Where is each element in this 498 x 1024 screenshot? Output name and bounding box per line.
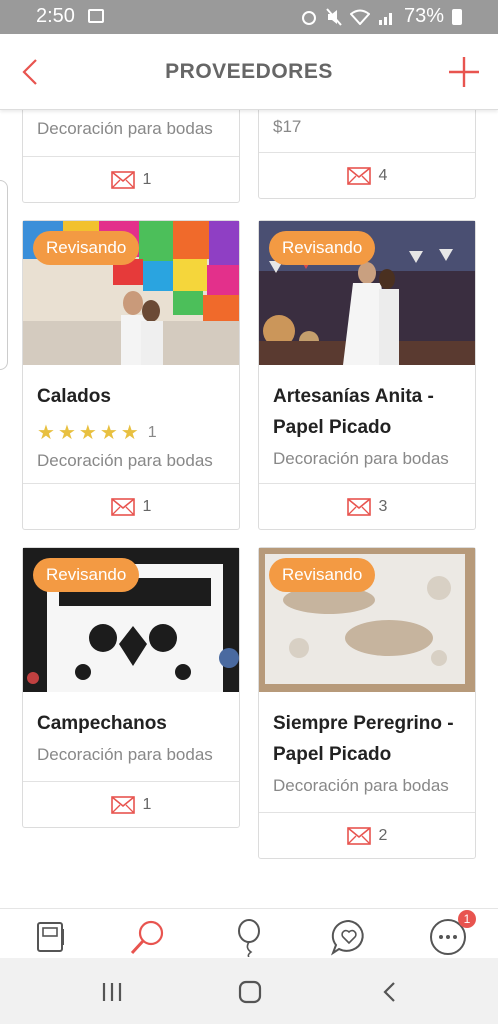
message-count: 1 — [142, 795, 152, 813]
vendor-photo: Revisando — [259, 221, 475, 365]
vendor-name: Campechanos — [37, 713, 167, 734]
vendor-category: Decoración para bodas — [273, 449, 449, 468]
page-title: PROVEEDORES — [165, 60, 333, 83]
star-icon: ★ — [37, 422, 55, 444]
message-count: 3 — [378, 497, 388, 515]
card-footer[interactable]: 4 — [259, 152, 475, 198]
vendor-card[interactable]: Revisando Artesanías Anita - Papel Picad… — [258, 220, 476, 530]
vendor-card[interactable]: Revisando Campechanos Decoración para bo… — [22, 547, 240, 828]
card-footer[interactable]: 2 — [259, 812, 475, 858]
notification-badge: 1 — [458, 910, 476, 928]
rating: ★ ★ ★ ★ ★ 1 — [37, 420, 225, 445]
message-count: 1 — [142, 170, 152, 188]
vendor-photo: Revisando — [259, 548, 475, 692]
vendor-category: Decoración para bodas — [37, 119, 213, 138]
message-count: 1 — [142, 497, 152, 515]
battery-percent: 73% — [403, 5, 444, 27]
status-time: 2:50 — [36, 5, 75, 27]
app-header: PROVEEDORES — [0, 34, 498, 110]
star-icon: ★ — [78, 422, 97, 444]
star-icon: ★ — [120, 422, 139, 444]
card-footer[interactable]: 3 — [259, 483, 475, 529]
message-count: 2 — [378, 826, 388, 844]
status-badge: Revisando — [33, 558, 140, 592]
add-icon[interactable] — [448, 56, 480, 88]
mute-icon — [326, 7, 342, 26]
mail-icon — [110, 170, 135, 189]
vendor-price: $17 — [273, 117, 302, 136]
image-notification-icon — [88, 9, 104, 23]
vendor-card[interactable]: Revisando Siempre Peregrino - Papel Pica… — [258, 547, 476, 859]
vendor-category: Decoración para bodas — [37, 451, 213, 470]
recent-apps-icon[interactable] — [100, 980, 124, 1004]
wifi-icon — [349, 9, 370, 25]
status-badge: Revisando — [269, 231, 376, 265]
vendor-name: Siempre Peregrino - Papel Picado — [273, 713, 454, 765]
mail-icon — [110, 795, 135, 814]
system-navigation-bar — [0, 958, 498, 1024]
vendor-category: Decoración para bodas — [37, 745, 213, 764]
alarm-icon — [301, 10, 316, 25]
status-bar: 2:50 73% — [0, 0, 498, 34]
home-icon[interactable] — [238, 980, 262, 1004]
status-badge: Revisando — [269, 558, 376, 592]
vendor-name: Artesanías Anita - Papel Picado — [273, 386, 434, 438]
search-icon[interactable] — [128, 917, 168, 957]
vendor-card[interactable]: Decoración para bodas 1 — [22, 110, 240, 203]
chat-heart-icon[interactable] — [329, 917, 369, 957]
card-footer[interactable]: 1 — [23, 156, 239, 202]
balloon-icon[interactable] — [229, 917, 269, 957]
card-footer[interactable]: 1 — [23, 483, 239, 529]
vendor-photo: Revisando — [23, 221, 239, 365]
vendor-grid: Decoración para bodas 1 $17 4 Revisando … — [0, 110, 498, 908]
vendor-card[interactable]: Revisando Calados ★ ★ ★ ★ ★ 1 Decoración par… — [22, 220, 240, 530]
mail-icon — [346, 166, 371, 185]
battery-icon — [452, 8, 462, 25]
signal-icon — [378, 12, 392, 25]
status-icons: 73% — [300, 5, 462, 28]
vendor-photo: Revisando — [23, 548, 239, 692]
star-icon: ★ — [99, 422, 118, 444]
notebook-icon[interactable] — [30, 917, 70, 957]
system-back-icon[interactable] — [378, 980, 402, 1004]
mail-icon — [110, 497, 135, 516]
vendor-category: Decoración para bodas — [273, 776, 449, 795]
vendor-name: Calados — [37, 386, 111, 407]
star-icon: ★ — [57, 422, 76, 444]
mail-icon — [346, 497, 371, 516]
vendor-card[interactable]: $17 4 — [258, 110, 476, 199]
message-count: 4 — [378, 166, 388, 184]
side-drawer-handle[interactable] — [0, 180, 8, 370]
rating-count: 1 — [147, 423, 157, 441]
card-footer[interactable]: 1 — [23, 781, 239, 827]
mail-icon — [346, 826, 371, 845]
status-badge: Revisando — [33, 231, 140, 265]
bottom-navigation — [0, 908, 498, 958]
